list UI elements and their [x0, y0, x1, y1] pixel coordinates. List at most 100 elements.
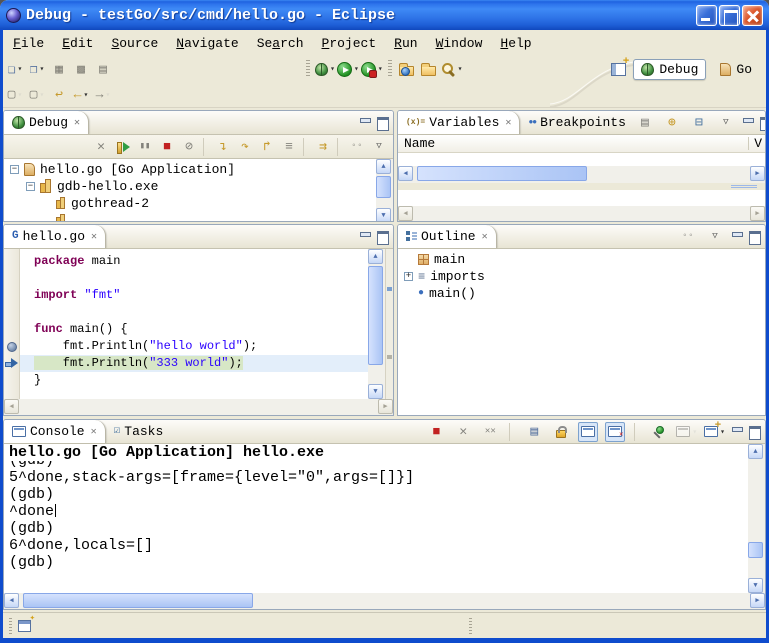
minimize-view-button[interactable]: [359, 117, 371, 128]
close-icon[interactable]: [91, 426, 97, 438]
collapse-all-button[interactable]: ⊟: [689, 113, 709, 133]
menu-edit[interactable]: Edit: [53, 34, 102, 53]
terminate-button[interactable]: ■: [426, 422, 446, 442]
editor-gutter[interactable]: [4, 249, 20, 399]
tree-item-gothread-2[interactable]: gothread-2: [4, 195, 376, 212]
menu-window[interactable]: Window: [427, 34, 492, 53]
scrollbar-thumb[interactable]: [23, 593, 253, 608]
last-edit-location-button[interactable]: ↩: [49, 85, 69, 105]
search-button-dropdown[interactable]: ▾: [458, 64, 463, 74]
minimize-view-button[interactable]: [742, 117, 754, 128]
gutter-row[interactable]: [4, 287, 19, 304]
variables-detail-pane[interactable]: [398, 190, 765, 206]
new-view-button[interactable]: ❐▾: [27, 59, 47, 79]
gutter-row[interactable]: [4, 338, 19, 355]
tab-breakpoints[interactable]: ●● Breakpoints: [520, 111, 633, 134]
run-button-dropdown[interactable]: ▾: [354, 64, 359, 74]
menu-search[interactable]: Search: [248, 34, 313, 53]
console-horizontal-scrollbar[interactable]: ◀ ▶: [4, 593, 765, 610]
view-menu-button[interactable]: ▽: [716, 113, 736, 133]
scroll-down-icon[interactable]: ▼: [748, 578, 763, 593]
overview-annotation[interactable]: [387, 355, 392, 359]
tree-item-partial[interactable]: [4, 212, 376, 222]
view-menu-button[interactable]: ▽: [705, 227, 725, 247]
gutter-row[interactable]: [4, 253, 19, 270]
open-plugin-button[interactable]: [397, 59, 417, 79]
close-icon[interactable]: [505, 117, 511, 129]
debug-tree-vertical-scrollbar[interactable]: ▲ ▼: [376, 159, 393, 222]
scroll-up-icon[interactable]: ▲: [368, 249, 383, 264]
step-into-button[interactable]: ↴: [213, 137, 233, 157]
step-return-button[interactable]: ↱: [257, 137, 277, 157]
open-folder-button[interactable]: [419, 59, 439, 79]
back-button-dropdown[interactable]: ▾: [83, 90, 88, 100]
tab-hello-go[interactable]: G hello.go: [4, 225, 106, 248]
tab-console[interactable]: Console: [4, 420, 106, 443]
tab-outline[interactable]: Outline: [398, 225, 497, 248]
variables-table-header[interactable]: Name V: [398, 135, 765, 153]
open-perspective-icon[interactable]: [611, 63, 626, 76]
editor-vertical-scrollbar[interactable]: ▲ ▼: [368, 249, 385, 399]
code-line[interactable]: fmt.Println("hello world");: [20, 338, 368, 355]
maximize-view-button[interactable]: [748, 231, 760, 242]
scrollbar-thumb[interactable]: [376, 176, 391, 198]
close-icon[interactable]: [91, 231, 97, 243]
show-stderr-button[interactable]: [605, 422, 625, 442]
gutter-row[interactable]: [4, 270, 19, 287]
new-wizard-button-dropdown[interactable]: ▾: [18, 64, 23, 74]
variables-horizontal-scrollbar[interactable]: ◀ ▶: [398, 166, 765, 183]
scrollbar-thumb[interactable]: [748, 542, 763, 558]
name-column-header[interactable]: Name: [404, 136, 435, 151]
overview-ruler[interactable]: [385, 249, 393, 399]
menu-file[interactable]: File: [4, 34, 53, 53]
minimize-view-button[interactable]: [731, 231, 743, 242]
menu-run[interactable]: Run: [385, 34, 426, 53]
maximize-view-button[interactable]: [376, 231, 388, 242]
use-step-filters-button[interactable]: ⇉: [313, 137, 333, 157]
scroll-left-icon[interactable]: ◀: [398, 166, 413, 181]
scroll-lock-button[interactable]: [551, 422, 571, 442]
run-button[interactable]: ▾: [337, 59, 359, 79]
tree-item-main-[interactable]: ●main(): [398, 285, 765, 302]
menu-project[interactable]: Project: [313, 34, 386, 53]
code-line[interactable]: fmt.Println("333 world");: [20, 355, 368, 372]
value-column-header[interactable]: V: [754, 136, 762, 151]
minimize-view-button[interactable]: [359, 231, 371, 242]
new-wizard-button[interactable]: ❏▾: [5, 59, 25, 79]
scroll-up-icon[interactable]: ▲: [376, 159, 391, 174]
expander-icon[interactable]: −: [10, 165, 19, 174]
maximize-view-button[interactable]: [748, 426, 760, 437]
scroll-down-icon[interactable]: ▼: [368, 384, 383, 399]
fast-view-icon[interactable]: [18, 620, 31, 632]
minimize-button[interactable]: [696, 5, 717, 26]
menu-help[interactable]: Help: [491, 34, 540, 53]
external-tools-button[interactable]: ▾: [361, 59, 383, 79]
external-tools-button-dropdown[interactable]: ▾: [378, 64, 383, 74]
code-line[interactable]: package main: [20, 253, 368, 270]
scrollbar-thumb[interactable]: [417, 166, 587, 181]
tree-item-hello-go-go-application-[interactable]: −hello.go [Go Application]: [4, 161, 376, 178]
column-divider[interactable]: [748, 137, 749, 150]
menu-source[interactable]: Source: [102, 34, 167, 53]
code-line[interactable]: [20, 304, 368, 321]
tab-debug[interactable]: Debug: [4, 111, 89, 134]
perspective-debug-button[interactable]: Debug: [633, 59, 706, 80]
scroll-up-icon[interactable]: ▲: [748, 444, 763, 459]
console-vertical-scrollbar[interactable]: ▲ ▼: [748, 444, 765, 593]
tab-tasks[interactable]: ☑ Tasks: [106, 420, 172, 443]
code-line[interactable]: [20, 270, 368, 287]
new-view-button-dropdown[interactable]: ▾: [40, 64, 45, 74]
close-button[interactable]: [742, 5, 763, 26]
scrollbar-thumb[interactable]: [368, 266, 383, 365]
debug-button[interactable]: ▾: [315, 59, 335, 79]
scroll-right-icon[interactable]: ▶: [750, 593, 765, 608]
code-line[interactable]: }: [20, 372, 368, 389]
tree-item-imports[interactable]: +≡imports: [398, 268, 765, 285]
maximize-view-button[interactable]: [759, 117, 766, 128]
view-menu-button[interactable]: ▽: [369, 137, 389, 157]
close-icon[interactable]: [74, 117, 80, 129]
code-line[interactable]: import "fmt": [20, 287, 368, 304]
gutter-row[interactable]: [4, 321, 19, 338]
scroll-down-icon[interactable]: ▼: [376, 208, 391, 222]
perspective-go-button[interactable]: Go: [713, 60, 759, 79]
